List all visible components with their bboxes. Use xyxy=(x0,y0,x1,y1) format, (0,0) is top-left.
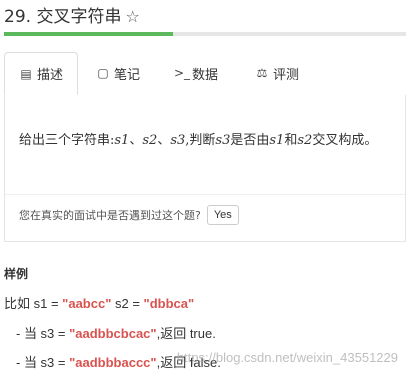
example-string: "aadbbcbcac" xyxy=(69,326,157,341)
statement-text: 、 xyxy=(157,133,171,148)
statement-var: s1 xyxy=(114,133,130,148)
progress-fill xyxy=(4,32,173,36)
example-string: "aadbbbaccc" xyxy=(69,355,157,370)
tab-label: 评测 xyxy=(273,67,300,83)
statement-var: s3 xyxy=(215,133,231,148)
statement-var: s1 xyxy=(269,133,285,148)
yes-button[interactable]: Yes xyxy=(206,205,239,225)
example-header: 样例 xyxy=(4,267,29,281)
statement-var: s2 xyxy=(142,133,158,148)
example-text: s2 = xyxy=(111,296,144,311)
scale-icon: ⚖ xyxy=(256,66,268,80)
note-icon: ▢ xyxy=(97,66,109,80)
page-title: 29. 交叉字符串 ☆ xyxy=(4,2,140,27)
statement-var: s3 xyxy=(170,133,186,148)
document-icon: ▤ xyxy=(20,66,32,81)
progress-bar xyxy=(4,32,406,36)
tab-review[interactable]: ⚖ 评测 xyxy=(255,52,299,94)
interview-question: 您在真实的面试中是否遇到过这个题? Yes xyxy=(19,205,239,225)
example-text: 比如 s1 = xyxy=(4,296,63,311)
statement-text: 、 xyxy=(129,133,143,148)
problem-title: 29. 交叉字符串 xyxy=(4,7,122,27)
tab-bar: ▤ 描述 ▢ 笔记 >_ 数据 ⚖ 评测 xyxy=(4,52,406,96)
terminal-icon: >_ xyxy=(174,66,191,80)
interview-question-text: 您在真实的面试中是否遇到过这个题? xyxy=(19,209,201,222)
tab-notes[interactable]: ▢ 笔记 xyxy=(96,52,140,94)
tab-data[interactable]: >_ 数据 xyxy=(174,52,218,94)
example-line-2: - 当 s3 = "aadbbcbcac",返回 true. xyxy=(16,323,216,342)
statement-text: 和 xyxy=(284,133,298,148)
problem-statement: 给出三个字符串:s1、s2、s3,判断s3是否由s1和s2交叉构成。 xyxy=(19,129,377,148)
statement-text: 给出三个字符串: xyxy=(19,133,115,148)
example-line-1: 比如 s1 = "aabcc" s2 = "dbbca" xyxy=(4,293,194,312)
watermark: https://blog.csdn.net/weixin_43551229 xyxy=(176,350,398,365)
star-outline-icon[interactable]: ☆ xyxy=(125,7,139,26)
example-text: - 当 s3 = xyxy=(16,355,70,370)
tab-label: 笔记 xyxy=(114,67,141,83)
statement-text: 交叉构成。 xyxy=(312,133,378,148)
problem-description-panel: 给出三个字符串:s1、s2、s3,判断s3是否由s1和s2交叉构成。 您在真实的… xyxy=(4,95,406,242)
tab-description[interactable]: ▤ 描述 xyxy=(4,52,78,95)
divider xyxy=(5,194,405,195)
example-text: - 当 s3 = xyxy=(16,326,70,341)
statement-text: 是否由 xyxy=(230,133,270,148)
example-string: "aabcc" xyxy=(62,296,112,311)
example-text: ,返回 true. xyxy=(156,326,216,341)
example-string: "dbbca" xyxy=(143,296,195,311)
statement-var: s2 xyxy=(297,133,313,148)
statement-text: ,判断 xyxy=(185,133,216,148)
tab-label: 数据 xyxy=(192,67,219,83)
tab-label: 描述 xyxy=(37,68,64,83)
